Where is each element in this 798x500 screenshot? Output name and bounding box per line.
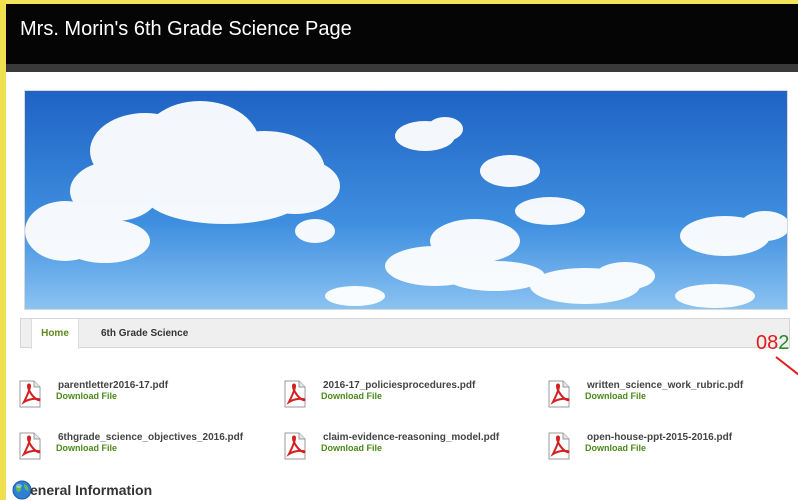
download-link[interactable]: Download File [585, 443, 646, 453]
globe-icon [12, 480, 32, 500]
file-item[interactable]: parentletter2016-17.pdf Download File [18, 380, 268, 410]
pdf-file-icon [548, 380, 570, 408]
pdf-file-icon [19, 380, 41, 408]
counter-red-digits: 08 [756, 332, 779, 354]
site-header: Mrs. Morin's 6th Grade Science Page [6, 4, 798, 64]
download-link[interactable]: Download File [585, 391, 646, 401]
pdf-file-icon [284, 432, 306, 460]
file-item[interactable]: written_science_work_rubric.pdf Download… [547, 380, 797, 410]
download-link[interactable]: Download File [56, 443, 117, 453]
visitor-counter: 082 [756, 332, 789, 355]
file-name: parentletter2016-17.pdf [58, 380, 169, 391]
download-link[interactable]: Download File [56, 391, 117, 401]
file-item[interactable]: 2016-17_policiesprocedures.pdf Download … [283, 380, 533, 410]
site-title: Mrs. Morin's 6th Grade Science Page [20, 18, 352, 40]
download-link[interactable]: Download File [321, 443, 382, 453]
file-item[interactable]: 6thgrade_science_objectives_2016.pdf Dow… [18, 432, 268, 462]
counter-green-digits: 2 [778, 332, 790, 354]
file-name: 6thgrade_science_objectives_2016.pdf [58, 432, 244, 443]
file-item[interactable]: open-house-ppt-2015-2016.pdf Download Fi… [547, 432, 797, 462]
main-navigation: Home 6th Grade Science [20, 318, 790, 349]
pdf-file-icon [19, 432, 41, 460]
sky-clouds-image [25, 91, 787, 309]
pdf-file-icon [548, 432, 570, 460]
nav-6th-grade-science[interactable]: 6th Grade Science [101, 319, 188, 349]
nav-home[interactable]: Home [31, 319, 79, 349]
file-name: claim-evidence-reasoning_model.pdf [323, 432, 500, 443]
pdf-file-icon [284, 380, 306, 408]
download-link[interactable]: Download File [321, 391, 382, 401]
file-name: written_science_work_rubric.pdf [587, 380, 744, 391]
file-name: 2016-17_policiesprocedures.pdf [323, 380, 476, 391]
banner-image [24, 90, 788, 310]
section-title: eneral Information [30, 482, 153, 498]
file-name: open-house-ppt-2015-2016.pdf [587, 432, 733, 443]
file-item[interactable]: claim-evidence-reasoning_model.pdf Downl… [283, 432, 533, 462]
header-divider [6, 64, 798, 72]
